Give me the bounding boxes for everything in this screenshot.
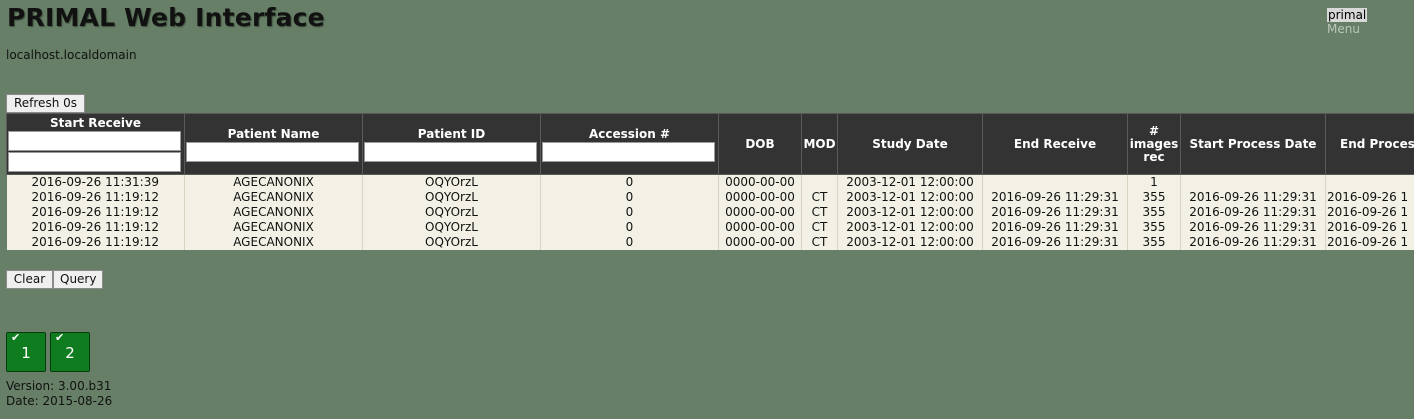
start-receive-from-input[interactable] [8, 131, 181, 151]
page-title: PRIMAL Web Interface [7, 3, 325, 32]
column-header-images-rec[interactable]: # images rec [1127, 113, 1181, 175]
column-header-end-process[interactable]: End Proces [1325, 113, 1414, 175]
cell-start-receive: 2016-09-26 11:19:12 [6, 235, 185, 250]
cell-study-date: 2003-12-01 12:00:00 [837, 235, 983, 250]
cell-patient-name: AGECANONIX [184, 235, 363, 250]
accession-filter-input[interactable] [542, 141, 715, 162]
cell-images-rec: 355 [1127, 220, 1181, 235]
cell-patient-id: OQYOrzL [362, 205, 541, 220]
menu-link[interactable]: Menu [1327, 22, 1367, 36]
clear-button[interactable]: Clear [6, 270, 53, 289]
checkmark-icon: ✔ [11, 331, 21, 344]
cell-mod: CT [801, 220, 838, 235]
column-header-patient-id[interactable]: Patient ID [362, 113, 541, 175]
cell-patient-name: AGECANONIX [184, 190, 363, 205]
cell-images-rec: 355 [1127, 205, 1181, 220]
column-header-accession[interactable]: Accession # [540, 113, 719, 175]
node-tile[interactable]: ✔ 1 [6, 331, 46, 372]
cell-patient-id: OQYOrzL [362, 190, 541, 205]
cell-mod: CT [801, 235, 838, 250]
cell-start-receive: 2016-09-26 11:31:39 [6, 174, 185, 190]
cell-end-process: 2016-09-26 1 [1325, 205, 1414, 220]
user-name[interactable]: primal [1327, 8, 1368, 22]
cell-study-date: 2003-12-01 12:00:00 [837, 190, 983, 205]
table-body: 2016-09-26 11:31:39 AGECANONIX OQYOrzL 0 000… [6, 174, 1414, 250]
version-info: Version: 3.00.b31 Date: 2015-08-26 [6, 379, 112, 409]
patient-name-filter-input[interactable] [186, 141, 359, 162]
cell-patient-id: OQYOrzL [362, 235, 541, 250]
column-label: Patient Name [227, 126, 320, 141]
start-receive-to-input[interactable] [8, 152, 181, 172]
cell-end-receive: 2016-09-26 11:29:31 [982, 190, 1128, 205]
cell-study-date: 2003-12-01 12:00:00 [837, 174, 983, 190]
user-menu: primal Menu [1327, 8, 1368, 36]
column-label: Accession # [588, 126, 671, 141]
cell-start-receive: 2016-09-26 11:19:12 [6, 220, 185, 235]
cell-study-date: 2003-12-01 12:00:00 [837, 220, 983, 235]
column-header-end-receive[interactable]: End Receive [982, 113, 1128, 175]
cell-end-receive: 2016-09-26 11:29:31 [982, 205, 1128, 220]
cell-images-rec: 355 [1127, 190, 1181, 205]
cell-dob: 0000-00-00 [718, 190, 802, 205]
hostname-label: localhost.localdomain [6, 48, 137, 62]
date-label: Date: 2015-08-26 [6, 394, 113, 408]
study-grid: Start Receive Patient Name Patient ID Ac… [6, 113, 1414, 250]
cell-end-process: 2016-09-26 1 [1325, 220, 1414, 235]
column-label: Patient ID [417, 126, 486, 141]
cell-accession: 0 [540, 220, 719, 235]
column-header-patient-name[interactable]: Patient Name [184, 113, 363, 175]
cell-mod: CT [801, 190, 838, 205]
version-label: Version: 3.00.b31 [6, 379, 112, 393]
cell-end-process: 2016-09-26 1 [1325, 235, 1414, 250]
cell-images-rec: 1 [1127, 174, 1181, 190]
cell-patient-id: OQYOrzL [362, 174, 541, 190]
cell-end-receive [982, 174, 1128, 190]
table-row[interactable]: 2016-09-26 11:19:12 AGECANONIX OQYOrzL 0 000… [6, 235, 1414, 250]
refresh-button[interactable]: Refresh 0s [6, 94, 85, 113]
cell-end-receive: 2016-09-26 11:29:31 [982, 235, 1128, 250]
cell-mod: CT [801, 205, 838, 220]
cell-images-rec: 355 [1127, 235, 1181, 250]
cell-dob: 0000-00-00 [718, 235, 802, 250]
cell-study-date: 2003-12-01 12:00:00 [837, 205, 983, 220]
table-row[interactable]: 2016-09-26 11:31:39 AGECANONIX OQYOrzL 0 000… [6, 174, 1414, 190]
cell-start-process-date: 2016-09-26 11:29:31 [1180, 220, 1326, 235]
table-row[interactable]: 2016-09-26 11:19:12 AGECANONIX OQYOrzL 0 000… [6, 220, 1414, 235]
node-tile[interactable]: ✔ 2 [50, 331, 90, 372]
study-table: Start Receive Patient Name Patient ID Ac… [6, 113, 1414, 250]
column-header-start-process-date[interactable]: Start Process Date [1180, 113, 1326, 175]
cell-dob: 0000-00-00 [718, 205, 802, 220]
column-header-dob[interactable]: DOB [718, 113, 802, 175]
column-header-mod[interactable]: MOD [801, 113, 838, 175]
column-header-study-date[interactable]: Study Date [837, 113, 983, 175]
cell-mod [801, 174, 838, 190]
checkmark-icon: ✔ [55, 331, 65, 344]
query-button[interactable]: Query [53, 270, 103, 289]
cell-end-receive: 2016-09-26 11:29:31 [982, 220, 1128, 235]
cell-patient-name: AGECANONIX [184, 220, 363, 235]
cell-dob: 0000-00-00 [718, 174, 802, 190]
cell-accession: 0 [540, 190, 719, 205]
cell-start-receive: 2016-09-26 11:19:12 [6, 205, 185, 220]
table-row[interactable]: 2016-09-26 11:19:12 AGECANONIX OQYOrzL 0 000… [6, 205, 1414, 220]
column-header-start-receive[interactable]: Start Receive [6, 113, 185, 175]
cell-end-process [1325, 174, 1414, 190]
cell-patient-name: AGECANONIX [184, 205, 363, 220]
patient-id-filter-input[interactable] [364, 141, 537, 162]
cell-start-process-date: 2016-09-26 11:29:31 [1180, 205, 1326, 220]
table-row[interactable]: 2016-09-26 11:19:12 AGECANONIX OQYOrzL 0 000… [6, 190, 1414, 205]
column-label: Start Receive [49, 116, 141, 130]
cell-patient-name: AGECANONIX [184, 174, 363, 190]
cell-patient-id: OQYOrzL [362, 220, 541, 235]
cell-end-process: 2016-09-26 1 [1325, 190, 1414, 205]
cell-accession: 0 [540, 174, 719, 190]
cell-accession: 0 [540, 205, 719, 220]
cell-start-process-date: 2016-09-26 11:29:31 [1180, 235, 1326, 250]
cell-start-receive: 2016-09-26 11:19:12 [6, 190, 185, 205]
cell-start-process-date: 2016-09-26 11:29:31 [1180, 190, 1326, 205]
cell-start-process-date [1180, 174, 1326, 190]
cell-dob: 0000-00-00 [718, 220, 802, 235]
cell-accession: 0 [540, 235, 719, 250]
